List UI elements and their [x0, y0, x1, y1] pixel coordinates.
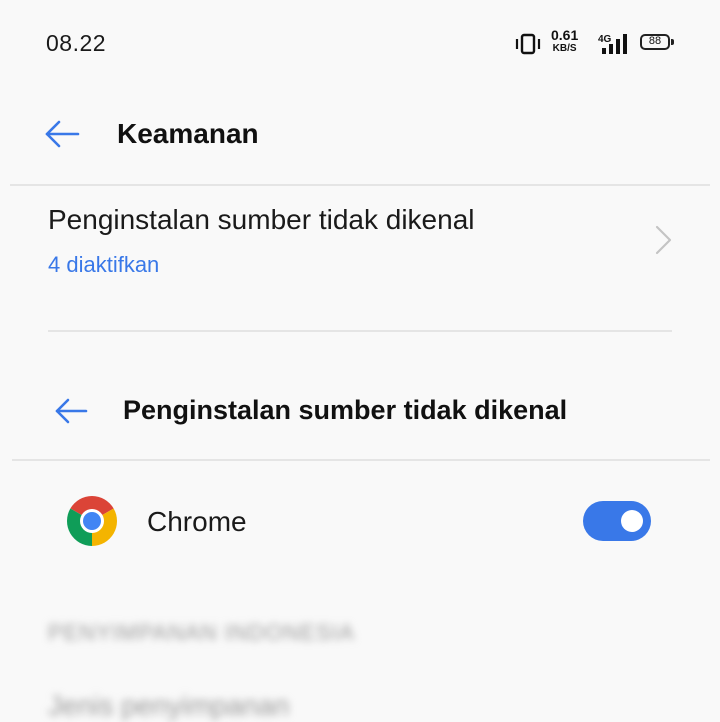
- back-arrow-icon[interactable]: [44, 120, 80, 148]
- vibrate-icon: [515, 33, 541, 55]
- blurred-section-header: PENYIMPANAN INDONESIA: [48, 620, 355, 645]
- unknown-sources-subtitle: 4 diaktifkan: [48, 252, 160, 277]
- unknown-sources-title: Penginstalan sumber tidak dikenal: [48, 204, 475, 235]
- unknown-sources-item[interactable]: Penginstalan sumber tidak dikenal 4 diak…: [0, 186, 720, 316]
- app-row-chrome[interactable]: Chrome: [0, 470, 720, 574]
- signal-icon: [602, 34, 627, 54]
- subpage-divider: [12, 459, 710, 461]
- network-speed: 0.61 KB/S: [551, 27, 579, 55]
- back-arrow-icon-secondary[interactable]: [54, 397, 88, 425]
- chevron-right-icon: [655, 225, 672, 255]
- chrome-icon: [67, 496, 117, 546]
- app-name: Chrome: [147, 506, 247, 537]
- blurred-item: Jenis penyimpanan: [48, 690, 290, 721]
- battery-tip: [671, 39, 674, 45]
- battery-level: 88: [648, 35, 662, 47]
- battery-icon: 88: [640, 34, 670, 50]
- page-title: Keamanan: [117, 118, 259, 149]
- network-speed-value: 0.61: [551, 27, 579, 43]
- network-speed-unit: KB/S: [552, 43, 577, 54]
- item-divider: [48, 330, 672, 332]
- status-time: 08.22: [46, 30, 107, 56]
- toggle-knob: [621, 510, 643, 532]
- chrome-toggle[interactable]: [583, 501, 651, 541]
- subpage-title: Penginstalan sumber tidak dikenal: [123, 395, 568, 425]
